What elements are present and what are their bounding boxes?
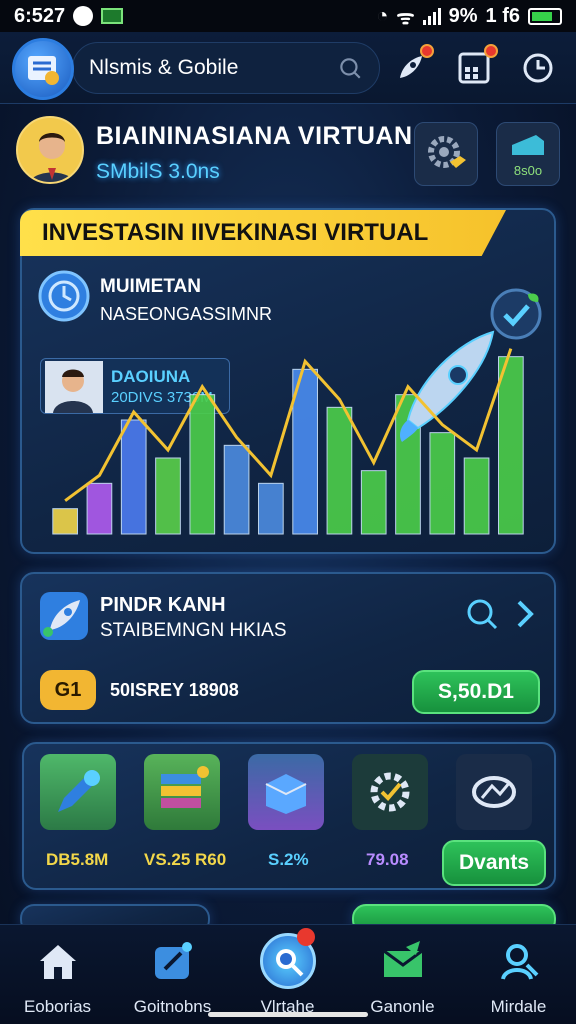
header-search-bar[interactable]: Nlsmis & Gobile — [72, 42, 380, 94]
tools-action-label: Dvants — [458, 851, 530, 874]
wallet-balance: 50ISREY 18908 — [110, 680, 239, 700]
calculator-badge — [484, 44, 498, 58]
nav-item-edit[interactable]: Goitnobns — [115, 925, 230, 1024]
search-icon[interactable] — [337, 55, 363, 81]
avatar[interactable] — [16, 116, 84, 184]
tool-pen[interactable] — [40, 754, 116, 830]
investment-banner: INVESTASIN IIVEKINASI VIRTUAL — [20, 210, 506, 256]
chart-app-icon — [101, 8, 124, 24]
gear-check-icon — [370, 772, 410, 812]
chart-bar — [360, 470, 387, 535]
rocket-illustration — [400, 330, 495, 442]
battery-percent: 9% — [448, 4, 478, 27]
mail-icon — [382, 941, 423, 977]
rocket-notify-button[interactable] — [388, 44, 434, 90]
box-icon — [265, 774, 307, 814]
nav-item-profile[interactable]: Mirdale — [461, 925, 576, 1024]
chart-bar — [429, 432, 456, 535]
wallet-shortcut-button[interactable]: 8s0o — [496, 122, 560, 186]
nav-label-profile: Mirdale — [490, 997, 547, 1016]
home-indicator[interactable] — [208, 1012, 368, 1017]
profile-name: BIAININASIANA VIRTUAN — [96, 122, 413, 150]
pen-icon — [58, 770, 100, 812]
rocket-card-icon — [40, 592, 88, 640]
nav-item-home[interactable]: Eoborias — [0, 925, 115, 1024]
tools-panel: DB5.8M VS.25 R60 S.2% 79.08 Dvants — [22, 742, 556, 890]
chart-bar — [223, 444, 250, 535]
nav-label-mail: Ganonle — [370, 997, 435, 1016]
tool-value-4: 79.08 — [366, 850, 409, 869]
chart-title: MUIMETAN — [100, 276, 201, 297]
search-badge — [296, 928, 315, 946]
chart-bar — [463, 457, 490, 535]
notification-icon — [73, 6, 94, 26]
status-time: 6:527 — [14, 4, 66, 27]
wallet-card[interactable]: PINDR KANH STAIBEMNGN HKIAS G1 50ISREY 1… — [20, 572, 556, 724]
calculator-button[interactable] — [452, 44, 498, 90]
tool-value-1: DB5.8M — [46, 850, 109, 869]
chat-bubble-badge: G1 — [40, 670, 96, 710]
tool-layers[interactable] — [144, 754, 220, 830]
wallet-icon — [512, 134, 544, 155]
chart-bar — [258, 482, 284, 535]
search-wallet-icon[interactable] — [464, 596, 500, 632]
history-button[interactable] — [516, 46, 560, 90]
nav-label-home: Eoborias — [23, 997, 92, 1016]
nav-item-mail[interactable]: Ganonle — [345, 925, 460, 1024]
notification-badge — [420, 44, 434, 58]
user-search-icon — [500, 944, 538, 980]
chart-bar — [189, 394, 216, 535]
chart-bar — [120, 419, 147, 535]
gear-icon — [428, 136, 466, 168]
clock-badge-icon — [38, 270, 90, 322]
magnifier-icon — [275, 949, 303, 977]
wallet-subtitle: STAIBEMNGN HKIAS — [100, 620, 287, 641]
app-logo[interactable] — [12, 38, 74, 100]
layers-icon — [161, 766, 209, 808]
profile-subtitle: SMbilS 3.0ns — [96, 160, 220, 183]
chart-bar — [52, 508, 78, 535]
nav-item-search[interactable]: Vlrtahe — [230, 925, 345, 1024]
alarm-icon: ◔ — [376, 4, 389, 27]
chevron-right-icon[interactable] — [514, 598, 536, 630]
investment-card[interactable]: INVESTASIN IIVEKINASI VIRTUAL MUIMETAN N… — [20, 208, 556, 554]
nav-label-edit: Goitnobns — [133, 997, 212, 1016]
wallet-action-label: S,50.D1 — [438, 680, 514, 703]
app-header: Nlsmis & Gobile — [0, 32, 576, 104]
header-title: Nlsmis & Gobile — [89, 56, 239, 79]
tool-box[interactable] — [248, 754, 324, 830]
bottom-nav: Eoborias Goitnobns Vlrtahe Ganonle Mirda… — [0, 924, 576, 1024]
chart-subtitle: NASEONGASSIMNR — [100, 304, 273, 324]
chart-bar — [155, 457, 181, 535]
tools-action-button[interactable]: Dvants — [442, 840, 546, 886]
signal-icon — [422, 7, 441, 25]
status-extra: 1 f6 — [485, 4, 520, 27]
document-icon — [28, 56, 59, 85]
wallet-action-button[interactable]: S,50.D1 — [412, 670, 540, 714]
wifi-icon: ᯤ — [396, 6, 415, 29]
tool-value-2: VS.25 R60 — [144, 850, 227, 869]
status-bar: 6:527 ◔ ᯤ 9% 1 f6 — [0, 0, 576, 32]
clock-icon — [523, 53, 553, 83]
battery-icon — [528, 7, 562, 25]
wallet-shortcut-label: 8s0o — [513, 162, 543, 178]
home-icon — [39, 945, 76, 979]
edit-icon — [154, 942, 192, 979]
settings-button[interactable] — [414, 122, 478, 186]
tool-value-3: S.2% — [268, 850, 309, 869]
wallet-title: PINDR KANH — [100, 594, 226, 616]
tool-gear[interactable] — [352, 754, 428, 830]
chart-bar — [86, 482, 113, 535]
person-avatar-icon — [29, 133, 75, 182]
chart-bar — [498, 356, 524, 535]
chart-bar — [326, 406, 353, 535]
tool-chart[interactable] — [456, 754, 532, 830]
pie-chart-icon — [472, 776, 516, 808]
growth-chart — [52, 330, 524, 535]
profile-row: BIAININASIANA VIRTUAN SMbilS 3.0ns 8s0o — [0, 112, 576, 198]
